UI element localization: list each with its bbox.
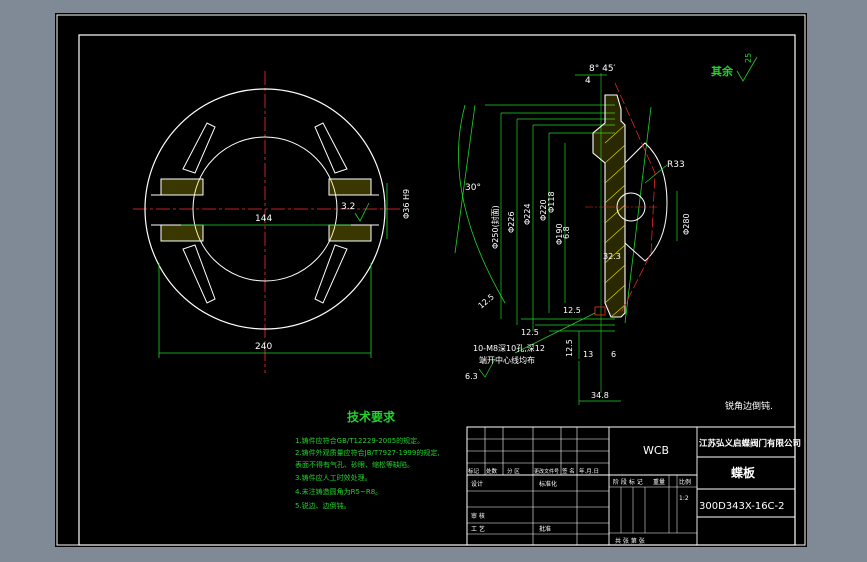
tb-sheet-info: 共 张 第 张 <box>615 537 645 545</box>
tb-header-doc: 更改文件号 <box>534 468 559 475</box>
left-boss-lower <box>160 224 204 242</box>
dim-32-3-label: 32.3 <box>603 252 621 261</box>
section-view[interactable]: Φ250(封面) Φ226 Φ224 Φ220 Φ190 Φ118 6.8 R3… <box>454 53 773 412</box>
roughness-3-2-symbol <box>354 202 370 222</box>
tb-row-approve: 批准 <box>539 525 551 533</box>
section-angle-arc <box>458 104 506 304</box>
dim-phi280-label: Φ280 <box>682 213 691 235</box>
tb-company-label: 江苏弘义启蝶阀门有限公司 <box>699 438 801 449</box>
tb-row-design: 设计 <box>471 480 483 488</box>
tb-part-name: 蝶板 <box>731 465 756 480</box>
dim-6-8-label: 6.8 <box>562 226 571 239</box>
dim-phi226-label: Φ226 <box>507 211 516 233</box>
tb-header-zone: 分 区 <box>507 467 520 475</box>
outer-border <box>56 14 806 546</box>
dim-6-3-label: 6.3 <box>465 372 478 381</box>
tech-req-item-5: 4.未注铸造圆角为R5~R8。 <box>295 487 382 496</box>
dim-12-5-d-label: 12.5 <box>565 339 574 357</box>
right-boss-lower <box>328 224 372 242</box>
dim-phi250-label: Φ250(封面) <box>490 205 500 249</box>
tech-req-item-6: 5.锐边、边倒钝。 <box>295 501 351 510</box>
right-boss-upper <box>328 178 372 196</box>
tb-row-review: 审 核 <box>471 512 485 520</box>
tech-req-item-2: 2.铸件外观质量应符合JB/T7927-1999的规定, <box>295 448 440 457</box>
hub-outline <box>624 142 668 262</box>
bottom-tapped-hole <box>594 306 606 316</box>
tb-scale: 比例 <box>679 478 691 486</box>
cad-drawing-canvas[interactable]: 144 240 3.2 Φ36 H9 Φ250(封面) Φ226 Φ224 Φ2… <box>55 13 807 547</box>
tb-header-date: 年.月.日 <box>579 467 599 475</box>
front-view[interactable]: 144 240 3.2 Φ36 H9 <box>133 71 411 373</box>
left-boss-upper <box>160 178 204 196</box>
dim-phi36-label: Φ36 H9 <box>402 189 411 219</box>
dim-144-label: 144 <box>255 214 272 224</box>
dim-phi118-label: Φ118 <box>547 191 556 213</box>
hole-note-line-1: 10-M8深10孔,深12 <box>473 344 545 353</box>
rib-top-left <box>182 122 216 174</box>
edge-note-label: 锐角边倒钝. <box>725 400 773 412</box>
rib-bottom-left <box>182 244 216 304</box>
roughness-note-value: 25 <box>744 53 753 63</box>
tb-stage-mark: 阶 段 标 记 <box>613 478 643 486</box>
rib-bottom-right <box>314 244 348 304</box>
dim-12-5-b-label: 12.5 <box>521 328 539 337</box>
tb-drawing-no: 300D343X-16C-2 <box>699 501 785 512</box>
angle-30-label: 30° <box>465 183 481 193</box>
dim-4-label: 4 <box>585 76 591 86</box>
cad-application: 144 240 3.2 Φ36 H9 Φ250(封面) Φ226 Φ224 Φ2… <box>0 0 867 562</box>
tech-req-title: 技术要求 <box>347 409 396 424</box>
tb-header-mark: 标记 <box>468 467 480 475</box>
rib-top-right <box>314 122 348 174</box>
tb-weight: 重量 <box>653 478 665 486</box>
dim-phi224-label: Φ224 <box>523 203 532 225</box>
roughness-note-label: 其余 <box>711 64 734 78</box>
tech-req-item-4: 3.铸件应人工时效处理。 <box>295 473 372 482</box>
dim-13-label: 13 <box>583 350 593 359</box>
hole-note-line-2: 端开中心线均布 <box>479 355 535 365</box>
tech-req-item-3: 表面不得有气孔、砂眼、缩松等缺陷。 <box>295 460 414 469</box>
tb-header-count: 处数 <box>486 467 498 475</box>
drawing-viewport[interactable]: 144 240 3.2 Φ36 H9 Φ250(封面) Φ226 Φ224 Φ2… <box>55 13 807 547</box>
tb-header-sign: 签 名 <box>562 467 575 475</box>
dim-12-5-left-label: 12.5 <box>477 292 496 310</box>
section-outline-right <box>624 106 652 324</box>
tech-requirements: 技术要求 1.铸件应符合GB/T12229-2005的规定。 2.铸件外观质量应… <box>295 409 440 510</box>
disc-section-body <box>592 94 626 318</box>
tb-row-process: 工 艺 <box>471 525 485 533</box>
dim-12-5-c-label: 12.5 <box>563 306 581 315</box>
angle-top-label: 8° 45′ <box>589 64 616 74</box>
tb-material-label: WCB <box>643 444 669 457</box>
dim-240-label: 240 <box>255 342 272 352</box>
title-block[interactable]: WCB 江苏弘义启蝶阀门有限公司 蝶板 300D343X-16C-2 标记 处数… <box>466 426 801 546</box>
roughness-3-2-label: 3.2 <box>341 202 355 212</box>
dim-r33-label: R33 <box>667 160 685 170</box>
dim-6-label: 6 <box>611 350 616 359</box>
dim-34-8-label: 34.8 <box>591 391 609 400</box>
inner-border <box>78 34 796 546</box>
tech-req-item-1: 1.铸件应符合GB/T12229-2005的规定。 <box>295 436 424 445</box>
tb-row-std: 标准化 <box>539 480 557 488</box>
tb-scale-value: 1:2 <box>679 495 689 502</box>
